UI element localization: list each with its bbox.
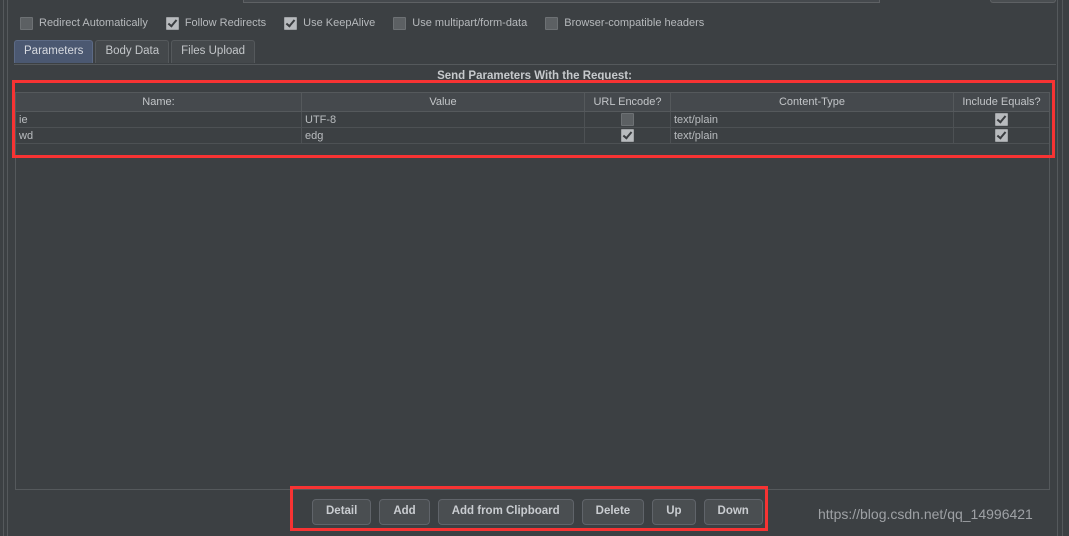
request-options-row: Redirect Automatically Follow Redirects Us… bbox=[20, 13, 722, 33]
table-row[interactable]: ie UTF-8 text/plain bbox=[16, 112, 1049, 128]
add-from-clipboard-button[interactable]: Add from Clipboard bbox=[437, 499, 574, 525]
checkbox-icon[interactable] bbox=[393, 16, 407, 30]
add-button[interactable]: Add bbox=[379, 499, 430, 525]
tab-strip-underline bbox=[14, 64, 1056, 65]
column-header-include_equals[interactable]: Include Equals? bbox=[954, 93, 1049, 111]
cell-value[interactable]: UTF-8 bbox=[302, 112, 585, 127]
checkbox-icon[interactable] bbox=[621, 113, 634, 126]
checkbox-icon[interactable] bbox=[20, 16, 33, 30]
table-row[interactable]: wd edg text/plain bbox=[16, 128, 1049, 144]
column-header-name[interactable]: Name: bbox=[16, 93, 302, 111]
toolbar-button-cutoff[interactable] bbox=[990, 0, 1056, 3]
tab-files-upload[interactable]: Files Upload bbox=[171, 40, 256, 63]
checkbox-icon[interactable] bbox=[545, 16, 559, 30]
delete-button[interactable]: Delete bbox=[581, 499, 645, 525]
up-button[interactable]: Up bbox=[652, 499, 696, 525]
option-label: Use multipart/form-data bbox=[412, 17, 528, 29]
option-label: Follow Redirects bbox=[184, 17, 267, 29]
table-body: ie UTF-8 text/plain wd edg text/plain bbox=[16, 112, 1049, 144]
cell-include_equals[interactable] bbox=[954, 128, 1049, 143]
down-button[interactable]: Down bbox=[703, 499, 763, 525]
column-header-value[interactable]: Value bbox=[302, 93, 585, 111]
option-1[interactable]: Follow Redirects bbox=[165, 16, 267, 30]
watermark-text: https://blog.csdn.net/qq_14996421 bbox=[818, 506, 1033, 522]
cell-content_type[interactable]: text/plain bbox=[671, 128, 954, 143]
table-header-row: Name: Value URL Encode? Content-Type Include… bbox=[16, 93, 1049, 112]
column-header-content_type[interactable]: Content-Type bbox=[671, 93, 954, 111]
tab-body-data[interactable]: Body Data bbox=[95, 40, 170, 63]
parameters-table[interactable]: Name: Value URL Encode? Content-Type Include… bbox=[15, 92, 1050, 490]
option-3[interactable]: Use multipart/form-data bbox=[393, 16, 528, 30]
option-2[interactable]: Use KeepAlive bbox=[284, 16, 376, 30]
cell-value[interactable]: edg bbox=[302, 128, 585, 143]
url-field-cutoff[interactable] bbox=[243, 0, 880, 3]
option-label: Redirect Automatically bbox=[39, 17, 148, 29]
section-title: Send Parameters With the Request: bbox=[437, 70, 632, 82]
cell-url_encode[interactable] bbox=[585, 128, 671, 143]
parameters-tab-strip: Parameters Body Data Files Upload bbox=[14, 40, 257, 63]
cell-name[interactable]: wd bbox=[16, 128, 302, 143]
option-4[interactable]: Browser-compatible headers bbox=[545, 16, 705, 30]
option-0[interactable]: Redirect Automatically bbox=[20, 16, 148, 30]
option-label: Browser-compatible headers bbox=[564, 17, 705, 29]
detail-button[interactable]: Detail bbox=[312, 499, 372, 525]
column-header-url_encode[interactable]: URL Encode? bbox=[585, 93, 671, 111]
checkbox-icon[interactable] bbox=[621, 129, 634, 142]
checkbox-icon[interactable] bbox=[995, 113, 1008, 126]
cell-url_encode[interactable] bbox=[585, 112, 671, 127]
cell-name[interactable]: ie bbox=[16, 112, 302, 127]
cell-content_type[interactable]: text/plain bbox=[671, 112, 954, 127]
checkbox-icon[interactable] bbox=[995, 129, 1008, 142]
cell-include_equals[interactable] bbox=[954, 112, 1049, 127]
checkbox-icon[interactable] bbox=[284, 16, 298, 30]
option-label: Use KeepAlive bbox=[303, 17, 376, 29]
checkbox-icon[interactable] bbox=[165, 16, 179, 30]
tab-parameters[interactable]: Parameters bbox=[14, 40, 94, 63]
action-button-group: Detail Add Add from Clipboard Delete Up Down bbox=[312, 499, 763, 525]
